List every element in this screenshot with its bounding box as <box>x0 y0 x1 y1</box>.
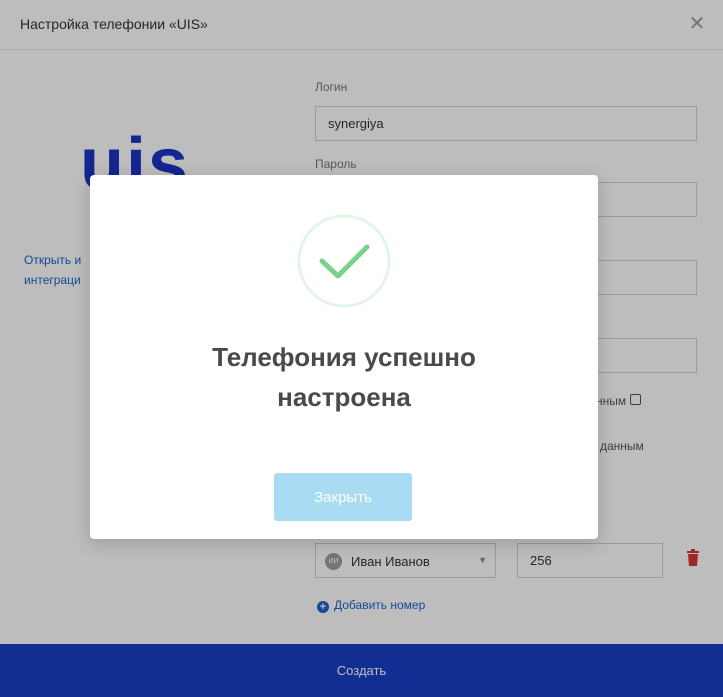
success-modal: Телефония успешно настроена Закрыть <box>90 175 598 539</box>
modal-title: Телефония успешно настроена <box>90 337 598 417</box>
modal-close-button[interactable]: Закрыть <box>274 473 412 521</box>
modal-title-line-2: настроена <box>277 382 411 412</box>
success-check-icon <box>297 214 391 308</box>
modal-title-line-1: Телефония успешно <box>212 342 476 372</box>
